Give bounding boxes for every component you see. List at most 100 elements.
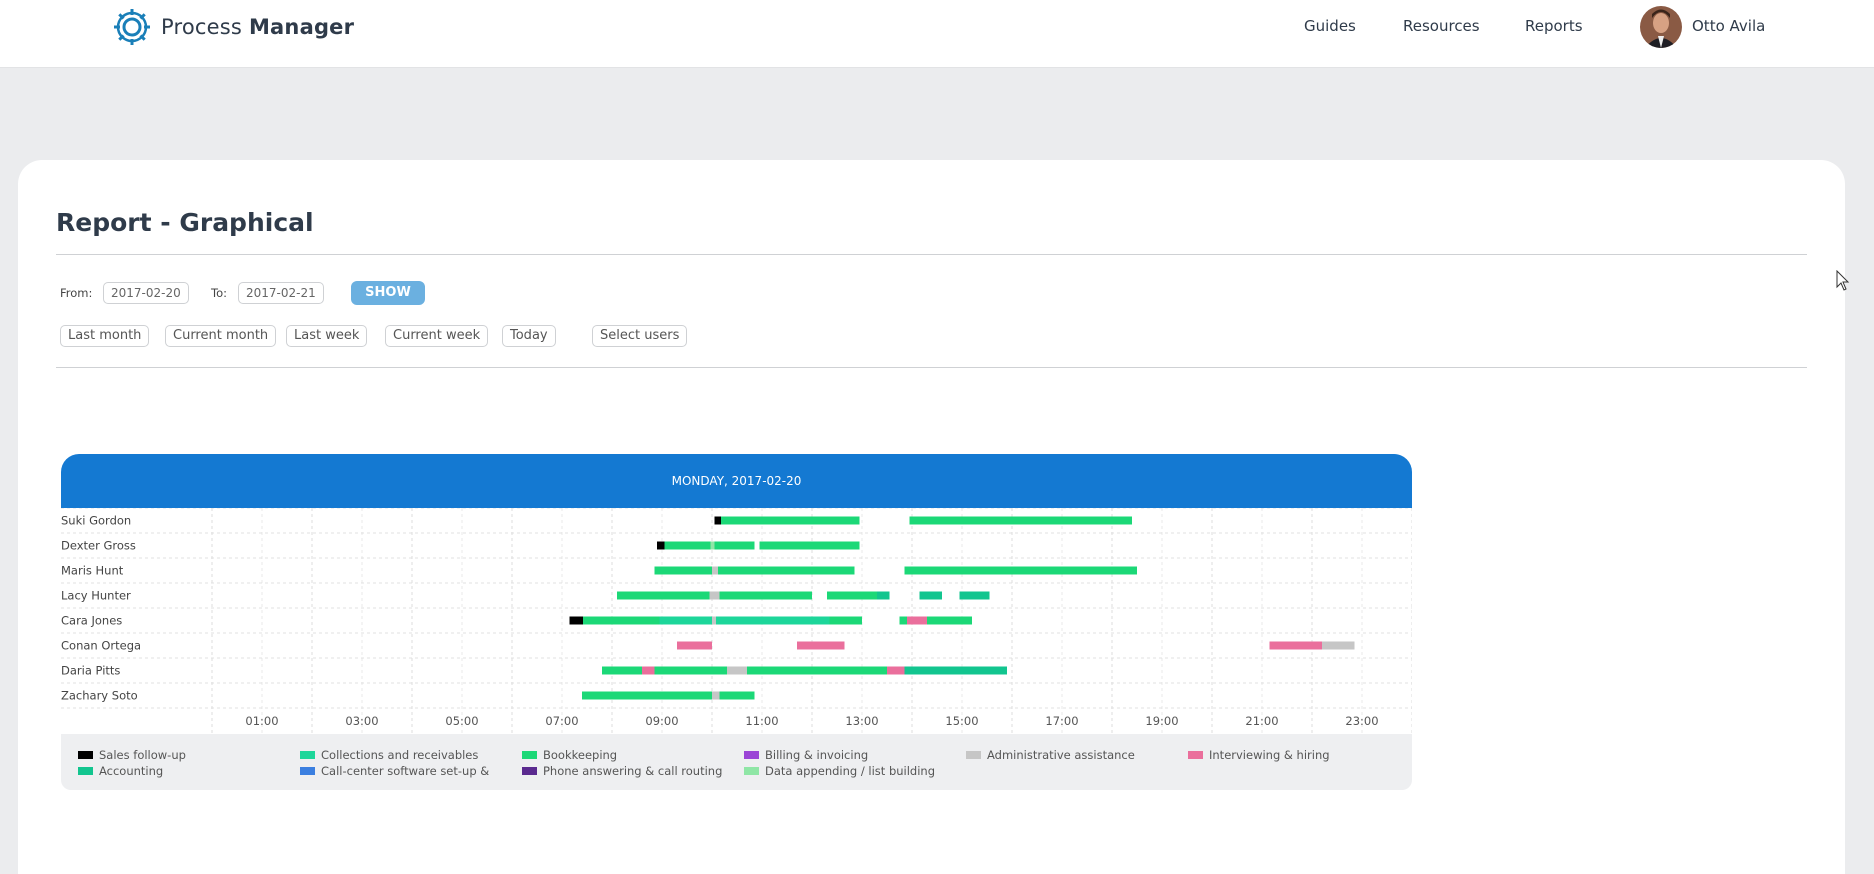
timeline-segment xyxy=(659,616,712,625)
timeline-segment xyxy=(714,516,721,525)
timeline-segment xyxy=(904,666,1007,675)
timeline-segment xyxy=(727,666,747,675)
timeline-segment xyxy=(582,691,712,700)
timeline-segment xyxy=(583,616,660,625)
timeline-segment xyxy=(657,541,665,550)
x-tick-label: 21:00 xyxy=(1245,714,1278,728)
legend-label: Sales follow-up xyxy=(99,748,186,762)
timeline-segment xyxy=(797,641,845,650)
legend-swatch xyxy=(522,751,537,759)
legend-swatch xyxy=(78,767,93,775)
timeline-segment xyxy=(904,566,1137,575)
x-tick-label: 15:00 xyxy=(945,714,978,728)
legend-label: Bookkeeping xyxy=(543,748,618,762)
row-label: Dexter Gross xyxy=(61,539,136,553)
last-week-button[interactable]: Last week xyxy=(286,325,368,347)
user-avatar[interactable] xyxy=(1640,6,1682,48)
x-tick-label: 07:00 xyxy=(545,714,578,728)
timeline-segment xyxy=(712,666,727,675)
x-tick-label: 19:00 xyxy=(1145,714,1178,728)
x-tick-label: 17:00 xyxy=(1045,714,1078,728)
timeline-segment xyxy=(747,666,887,675)
timeline-segment xyxy=(569,616,583,625)
legend-label: Accounting xyxy=(99,764,164,778)
top-navbar: Process Manager Guides Resources Reports… xyxy=(0,0,1874,68)
timeline-segment xyxy=(654,666,712,675)
timeline-segment xyxy=(721,516,860,525)
to-label: To: xyxy=(211,286,227,300)
user-name[interactable]: Otto Avila xyxy=(1692,17,1765,35)
legend-label: Collections and receivables xyxy=(321,748,479,762)
brand-name: Process Manager xyxy=(161,15,355,39)
mouse-cursor-icon xyxy=(1836,270,1850,291)
current-month-button[interactable]: Current month xyxy=(165,325,277,347)
brand[interactable]: Process Manager xyxy=(111,6,354,48)
legend-item: Accounting xyxy=(78,764,163,778)
timeline-segment xyxy=(714,541,755,550)
select-users-button[interactable]: Select users xyxy=(592,325,688,347)
chart-title: MONDAY, 2017-02-20 xyxy=(61,454,1412,508)
timeline-segment xyxy=(709,591,720,600)
legend-swatch xyxy=(522,767,537,775)
row-label: Conan Ortega xyxy=(61,639,141,653)
x-tick-label: 09:00 xyxy=(645,714,678,728)
timeline-segment xyxy=(712,691,720,700)
legend-label: Interviewing & hiring xyxy=(1209,748,1330,762)
to-date-input[interactable]: 2017-02-21 xyxy=(238,282,324,304)
timeline-segment xyxy=(719,691,755,700)
filter-divider xyxy=(56,367,1807,368)
timeline-segment xyxy=(716,616,830,625)
legend-swatch xyxy=(744,767,759,775)
legend-swatch xyxy=(966,751,981,759)
show-button[interactable]: SHOW xyxy=(351,281,425,305)
timeline-segment xyxy=(677,641,712,650)
title-divider xyxy=(56,254,1807,255)
row-label: Zachary Soto xyxy=(61,689,138,703)
nav-link-resources[interactable]: Resources xyxy=(1403,17,1480,35)
from-label: From: xyxy=(60,286,93,300)
chart-legend: Sales follow-up Collections and receivabl… xyxy=(61,734,1412,790)
legend-swatch xyxy=(78,751,93,759)
today-button[interactable]: Today xyxy=(502,325,556,347)
x-tick-label: 01:00 xyxy=(245,714,278,728)
legend-label: Data appending / list building xyxy=(765,764,936,778)
row-label: Suki Gordon xyxy=(61,514,131,528)
row-label: Lacy Hunter xyxy=(61,589,131,603)
gear-logo-icon xyxy=(114,9,150,45)
row-label: Cara Jones xyxy=(61,614,122,628)
timeline-segment xyxy=(1269,641,1322,650)
legend-item: Interviewing & hiring xyxy=(1188,748,1330,762)
report-card: Report - Graphical From: 2017-02-20 To: … xyxy=(18,160,1845,874)
row-label: Maris Hunt xyxy=(61,564,124,578)
current-week-button[interactable]: Current week xyxy=(385,325,489,347)
x-tick-label: 11:00 xyxy=(745,714,778,728)
legend-label: Administrative assistance xyxy=(987,748,1135,762)
x-tick-label: 03:00 xyxy=(345,714,378,728)
legend-item: Bookkeeping xyxy=(522,748,617,762)
timeline-segment xyxy=(642,666,655,675)
timeline-segment xyxy=(909,516,1132,525)
page-title: Report - Graphical xyxy=(56,208,314,237)
timeline-segment xyxy=(718,566,855,575)
legend-swatch xyxy=(300,767,315,775)
timeline-segment xyxy=(602,666,642,675)
from-date-input[interactable]: 2017-02-20 xyxy=(103,282,189,304)
nav-link-reports[interactable]: Reports xyxy=(1525,17,1583,35)
timeline-segment xyxy=(719,591,812,600)
timeline-segment xyxy=(664,541,711,550)
legend-item: Sales follow-up xyxy=(78,748,186,762)
last-month-button[interactable]: Last month xyxy=(60,325,150,347)
timeline-segment xyxy=(712,566,718,575)
legend-label: Billing & invoicing xyxy=(765,748,869,762)
timeline-plot: Suki Gordon Dexter Gross Maris Hunt Lacy Hu… xyxy=(61,508,1412,733)
legend-item: Call-center software set-up & xyxy=(300,764,489,778)
nav-link-guides[interactable]: Guides xyxy=(1304,17,1356,35)
legend-item: Data appending / list building xyxy=(744,764,935,778)
x-tick-label: 23:00 xyxy=(1345,714,1378,728)
legend-label: Phone answering & call routing xyxy=(543,764,723,778)
timeline-segment xyxy=(877,591,890,600)
legend-item: Collections and receivables xyxy=(300,748,478,762)
timeline-segment xyxy=(887,666,905,675)
timeline-segment xyxy=(927,616,972,625)
timeline-segment xyxy=(617,591,710,600)
